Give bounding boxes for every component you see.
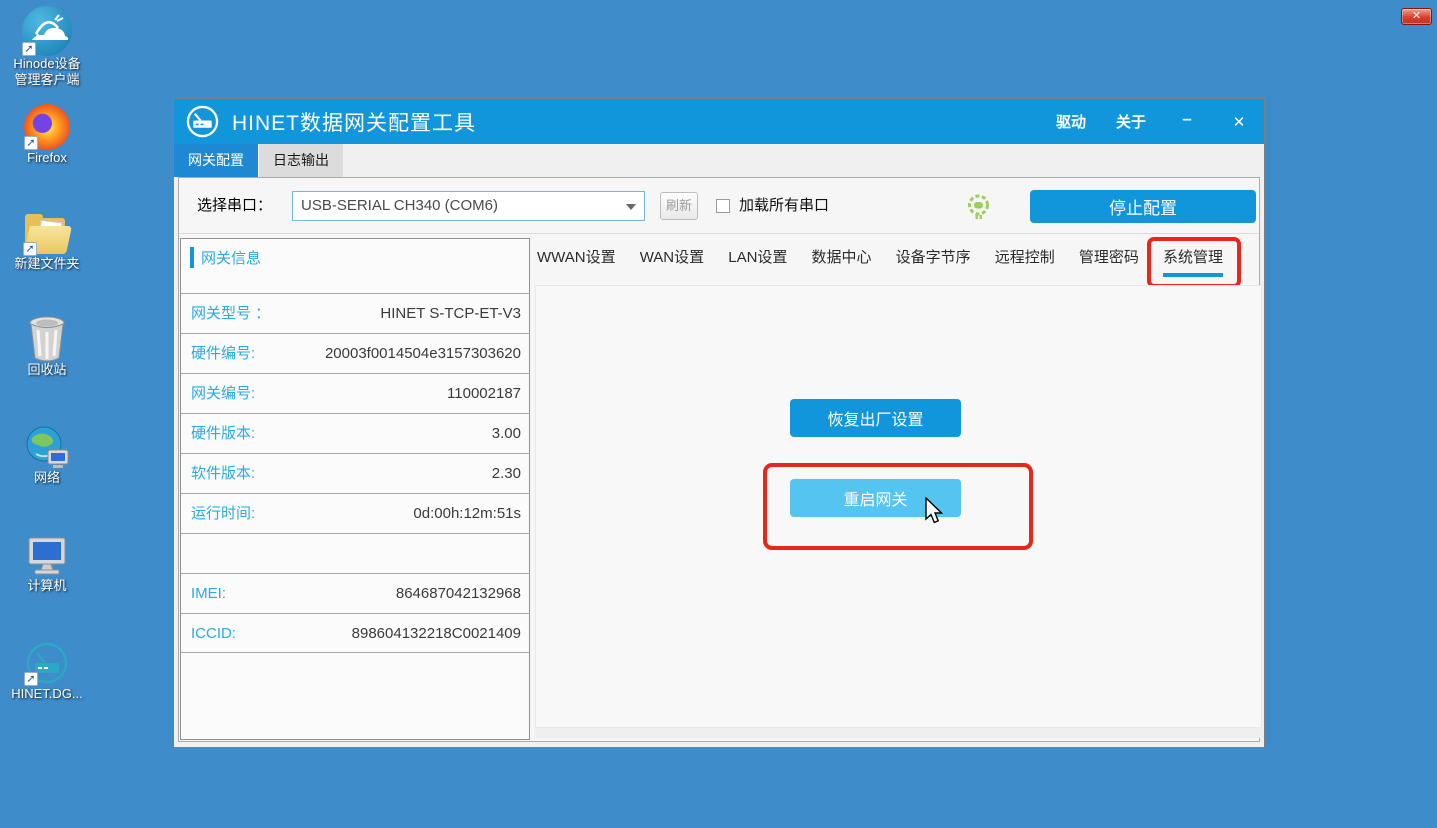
recycle-bin-icon: [25, 314, 69, 362]
config-panel: WWAN设置 WAN设置 LAN设置 数据中心 设备字节序 远程控制 管理密码 …: [535, 238, 1262, 738]
tab-gateway-config[interactable]: 网关配置: [174, 144, 258, 177]
info-row-empty: [181, 533, 529, 573]
desktop-icon-hinet-dg[interactable]: ➚ HINET.DG...: [1, 640, 93, 702]
desktop-icon-new-folder[interactable]: ➚ 新建文件夹: [1, 214, 93, 272]
chevron-down-icon: [626, 204, 636, 210]
about-menu-item[interactable]: 关于: [1116, 111, 1146, 132]
close-button[interactable]: ✕: [1228, 113, 1250, 131]
driver-menu-item[interactable]: 驱动: [1056, 111, 1086, 132]
config-tab-bar: WWAN设置 WAN设置 LAN设置 数据中心 设备字节序 远程控制 管理密码 …: [537, 238, 1223, 285]
load-all-ports-label: 加载所有串口: [739, 178, 829, 234]
main-tab-bar: 网关配置 日志输出: [174, 144, 1264, 177]
desktop-icon-label: 计算机: [1, 578, 93, 594]
network-icon: [24, 424, 70, 470]
desktop-icon-label: 管理客户端: [1, 72, 93, 88]
gateway-info-title: 网关信息: [201, 247, 261, 268]
recorder-close-button[interactable]: ✕: [1401, 8, 1432, 25]
info-row-hardware-id: 硬件编号: 20003f0014504e3157303620: [181, 333, 529, 373]
shortcut-arrow-icon: ➚: [24, 672, 38, 686]
tab-wan-settings[interactable]: WAN设置: [640, 246, 704, 273]
tab-remote-control[interactable]: 远程控制: [995, 246, 1055, 273]
info-row-software-version: 软件版本: 2.30: [181, 453, 529, 493]
load-all-ports-checkbox[interactable]: [716, 199, 730, 213]
tab-data-center[interactable]: 数据中心: [812, 246, 872, 273]
refresh-button[interactable]: 刷新: [660, 192, 698, 220]
minimize-button[interactable]: –: [1176, 109, 1198, 129]
firefox-icon: ➚: [24, 104, 70, 150]
folder-icon: ➚: [23, 214, 71, 256]
serial-port-label: 选择串口：: [197, 178, 272, 234]
tab-wwan-settings[interactable]: WWAN设置: [537, 246, 616, 273]
tab-byte-order[interactable]: 设备字节序: [896, 246, 971, 273]
reboot-gateway-button[interactable]: 重启网关: [790, 479, 961, 517]
tab-system-management[interactable]: 系统管理: [1163, 246, 1223, 277]
shortcut-arrow-icon: ➚: [23, 242, 37, 256]
desktop-icon-label: Firefox: [1, 150, 93, 166]
desktop-icon-label: Hinode设备: [1, 56, 93, 72]
shortcut-arrow-icon: ➚: [22, 42, 36, 56]
serial-port-row: 选择串口： USB-SERIAL CH340 (COM6) 刷新 加载所有串口 …: [179, 178, 1259, 234]
info-row-iccid: ICCID: 898604132218C0021409: [181, 613, 529, 653]
desktop-icon-firefox[interactable]: ➚ Firefox: [1, 104, 93, 166]
titlebar: HINET数据网关配置工具 驱动 关于 – ✕: [174, 99, 1264, 144]
desktop-icon-network[interactable]: 网络: [1, 424, 93, 486]
shortcut-arrow-icon: ➚: [24, 136, 38, 150]
desktop-icon-label: HINET.DG...: [1, 686, 93, 702]
desktop-icon-hinode-client[interactable]: ➚ Hinode设备 管理客户端: [1, 6, 93, 88]
info-row-model: 网关型号 ： HINET S-TCP-ET-V3: [181, 293, 529, 333]
window-title: HINET数据网关配置工具: [232, 107, 476, 137]
desktop-icon-recycle-bin[interactable]: 回收站: [1, 314, 93, 378]
tab-log-output[interactable]: 日志输出: [259, 144, 343, 177]
gateway-info-panel: 网关信息 网关型号 ： HINET S-TCP-ET-V3 硬件编号: 2000…: [180, 238, 530, 740]
system-management-panel: 恢复出厂设置 重启网关: [535, 285, 1262, 728]
tab-lan-settings[interactable]: LAN设置: [728, 246, 787, 273]
serial-port-select[interactable]: USB-SERIAL CH340 (COM6): [292, 191, 645, 221]
info-row-hardware-version: 硬件版本: 3.00: [181, 413, 529, 453]
hinode-client-icon: ➚: [22, 6, 72, 56]
desktop-icon-label: 回收站: [1, 362, 93, 378]
desktop-icon-computer[interactable]: 计算机: [1, 534, 93, 594]
stop-config-button[interactable]: 停止配置: [1030, 190, 1256, 223]
info-row-imei: IMEI: 864687042132968: [181, 573, 529, 613]
app-window: HINET数据网关配置工具 驱动 关于 – ✕ 网关配置 日志输出 选择串口： …: [173, 98, 1265, 748]
factory-reset-button[interactable]: 恢复出厂设置: [790, 399, 961, 437]
hinet-dg-icon: ➚: [24, 640, 70, 686]
computer-icon: [23, 534, 71, 578]
window-content: 选择串口： USB-SERIAL CH340 (COM6) 刷新 加载所有串口 …: [178, 177, 1260, 742]
serial-port-value: USB-SERIAL CH340 (COM6): [301, 192, 498, 220]
info-row-uptime: 运行时间: 0d:00h:12m:51s: [181, 493, 529, 533]
section-accent-bar: [190, 247, 194, 268]
connection-status-icon: [965, 193, 992, 220]
desktop-icon-label: 网络: [1, 470, 93, 486]
tab-admin-password[interactable]: 管理密码: [1079, 246, 1139, 273]
panel-footer-strip: [535, 728, 1262, 738]
info-row-gateway-id: 网关编号: 110002187: [181, 373, 529, 413]
desktop-icon-label: 新建文件夹: [1, 256, 93, 272]
app-logo-icon: [186, 105, 219, 138]
